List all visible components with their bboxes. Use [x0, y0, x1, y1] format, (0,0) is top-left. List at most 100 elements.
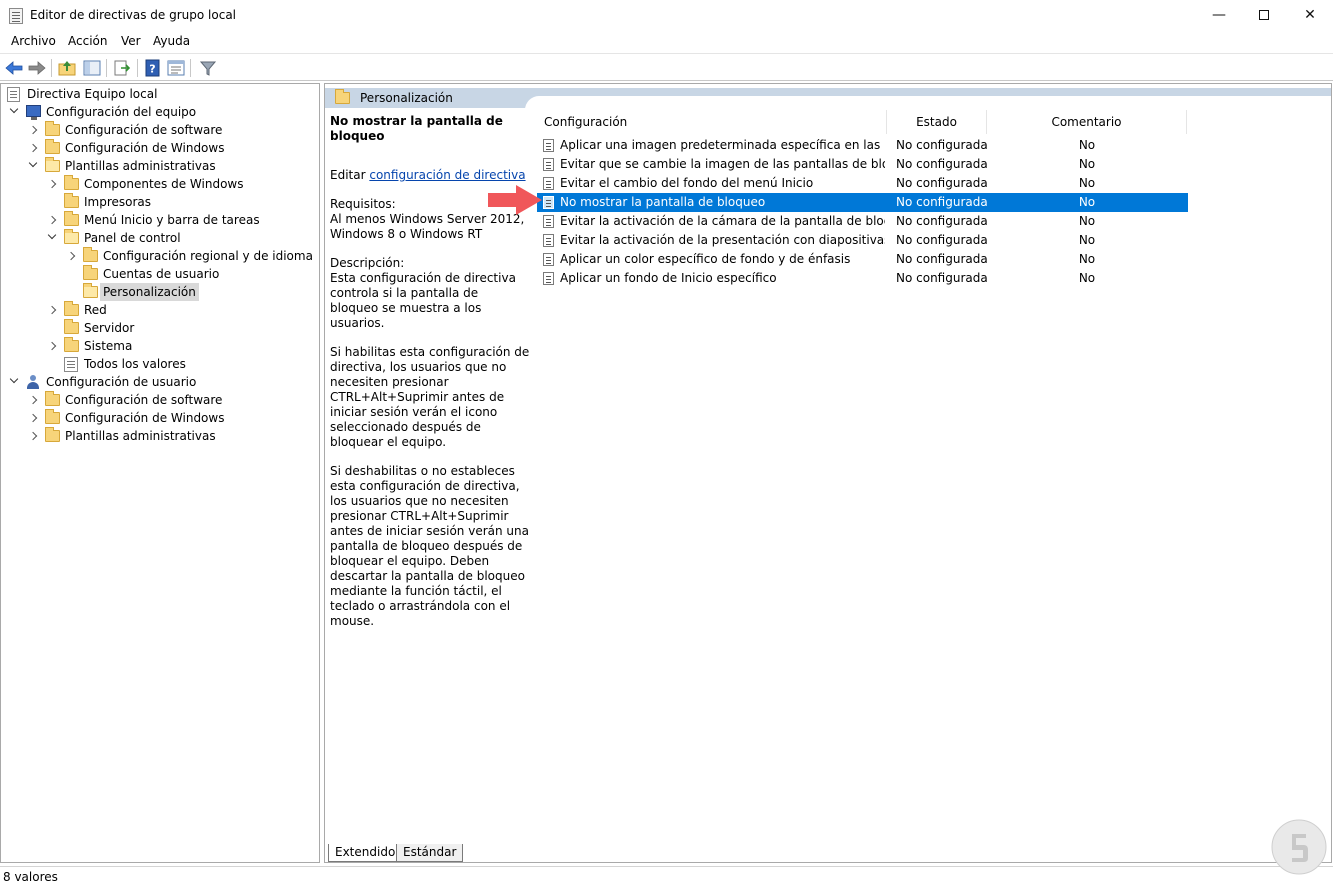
table-row[interactable]: Aplicar un color específico de fondo y d…: [537, 250, 1188, 269]
comment-cell: No: [1078, 271, 1096, 285]
back-arrow-icon[interactable]: [4, 58, 24, 78]
state-cell: No configurada: [896, 214, 988, 228]
chevron-right-icon[interactable]: [30, 144, 38, 152]
help-icon[interactable]: ?: [143, 58, 163, 78]
comment-cell: No: [1078, 157, 1096, 171]
tree-label: Plantillas administrativas: [65, 159, 216, 173]
edit-policy-link[interactable]: configuración de directiva: [369, 168, 525, 182]
tree-label: Configuración regional y de idioma: [103, 249, 313, 263]
all-settings-icon: [64, 357, 78, 372]
table-row[interactable]: Evitar la activación de la cámara de la …: [537, 212, 1188, 231]
description-disabled-text: Si deshabilitas o no estableces esta con…: [330, 464, 529, 628]
folder-icon: [45, 139, 60, 154]
policy-editor-icon: [9, 8, 23, 24]
table-row[interactable]: Evitar la activación de la presentación …: [537, 231, 1188, 250]
menu-archivo[interactable]: Archivo: [11, 34, 56, 48]
description-enabled-text: Si habilitas esta configuración de direc…: [330, 345, 530, 449]
status-count: 8 valores: [3, 870, 58, 884]
chevron-down-icon[interactable]: [11, 108, 19, 116]
chevron-right-icon[interactable]: [30, 126, 38, 134]
comment-cell: No: [1078, 195, 1096, 209]
chevron-right-icon[interactable]: [49, 216, 57, 224]
comment-cell: No: [1078, 138, 1096, 152]
tab-extended[interactable]: Extendido: [328, 844, 403, 862]
state-cell: No configurada: [896, 271, 988, 285]
policy-setting-icon: [543, 253, 554, 266]
tree-label: Personalización: [100, 283, 199, 301]
column-header-comment[interactable]: Comentario: [987, 110, 1187, 134]
table-row[interactable]: Evitar que se cambie la imagen de las pa…: [537, 155, 1188, 174]
show-hide-tree-icon[interactable]: [82, 58, 102, 78]
table-row[interactable]: Aplicar un fondo de Inicio específico No …: [537, 269, 1188, 288]
minimize-button[interactable]: —: [1196, 0, 1242, 31]
properties-icon[interactable]: [166, 58, 186, 78]
table-row[interactable]: Aplicar una imagen predeterminada especí…: [537, 136, 1188, 155]
folder-icon: [83, 265, 98, 280]
policy-setting-icon: [543, 139, 554, 152]
chevron-right-icon[interactable]: [49, 306, 57, 314]
tree-label: Servidor: [84, 321, 135, 335]
setting-name-cell: Evitar que se cambie la imagen de las pa…: [560, 157, 885, 171]
edit-line: Editar configuración de directiva: [330, 168, 530, 183]
tree-label: Componentes de Windows: [84, 177, 244, 191]
chevron-right-icon[interactable]: [30, 432, 38, 440]
comment-cell: No: [1078, 252, 1096, 266]
maximize-button[interactable]: [1241, 0, 1287, 31]
menu-ayuda[interactable]: Ayuda: [153, 34, 190, 48]
svg-text:?: ?: [149, 63, 155, 76]
tree-label: Configuración de software: [65, 123, 223, 137]
column-header-setting[interactable]: Configuración: [537, 110, 887, 134]
state-cell: No configurada: [896, 252, 988, 266]
folder-icon: [64, 301, 79, 316]
setting-name-cell: Aplicar un fondo de Inicio específico: [560, 271, 777, 285]
export-list-icon[interactable]: [112, 58, 132, 78]
folder-icon: [64, 319, 79, 334]
filter-icon[interactable]: [198, 58, 218, 78]
comment-cell: No: [1078, 214, 1096, 228]
toolbar-separator: [51, 59, 52, 77]
state-cell: No configurada: [896, 157, 988, 171]
chevron-down-icon[interactable]: [11, 378, 19, 386]
forward-arrow-icon[interactable]: [27, 58, 47, 78]
toolbar-separator: [137, 59, 138, 77]
chevron-right-icon[interactable]: [30, 396, 38, 404]
folder-icon: [335, 89, 350, 104]
state-cell: No configurada: [896, 176, 988, 190]
tree-label: Configuración de usuario: [46, 375, 197, 389]
table-row[interactable]: Evitar el cambio del fondo del menú Inic…: [537, 174, 1188, 193]
menu-ver[interactable]: Ver: [121, 34, 141, 48]
tree-label: Sistema: [84, 339, 133, 353]
title-bar: Editor de directivas de grupo local — ✕: [0, 0, 1333, 31]
chevron-down-icon[interactable]: [49, 234, 57, 242]
up-folder-icon[interactable]: [57, 58, 77, 78]
tree-pane: Directiva Equipo local Configuración del…: [0, 83, 320, 863]
chevron-right-icon[interactable]: [49, 180, 57, 188]
chevron-right-icon[interactable]: [68, 252, 76, 260]
arrow-annotation-icon: [488, 185, 542, 215]
folder-open-icon: [64, 229, 79, 244]
policy-setting-icon: [543, 272, 554, 285]
chevron-right-icon[interactable]: [30, 414, 38, 422]
tab-standard[interactable]: Estándar: [396, 844, 464, 862]
chevron-down-icon[interactable]: [30, 162, 38, 170]
description-text: Descripción: Esta configuración de direc…: [330, 256, 516, 330]
close-button[interactable]: ✕: [1287, 0, 1333, 31]
folder-icon: [64, 193, 79, 208]
chevron-right-icon[interactable]: [49, 342, 57, 350]
table-row[interactable]: No mostrar la pantalla de bloqueo No conf…: [537, 193, 1188, 212]
column-header-state[interactable]: Estado: [887, 110, 987, 134]
folder-icon: [45, 409, 60, 424]
menu-accion[interactable]: Acción: [68, 34, 107, 48]
watermark-logo-icon: [1271, 819, 1327, 875]
comment-cell: No: [1078, 176, 1096, 190]
edit-prefix: Editar: [330, 168, 370, 182]
setting-name-cell: No mostrar la pantalla de bloqueo: [560, 195, 766, 209]
policy-setting-icon: [543, 177, 554, 190]
section-title: Personalización: [360, 91, 453, 105]
tree-label: Configuración de Windows: [65, 411, 225, 425]
folder-icon: [64, 211, 79, 226]
setting-name-cell: Aplicar una imagen predeterminada especí…: [560, 138, 885, 152]
comment-cell: No: [1078, 233, 1096, 247]
folder-icon: [64, 337, 79, 352]
user-icon: [26, 375, 40, 389]
